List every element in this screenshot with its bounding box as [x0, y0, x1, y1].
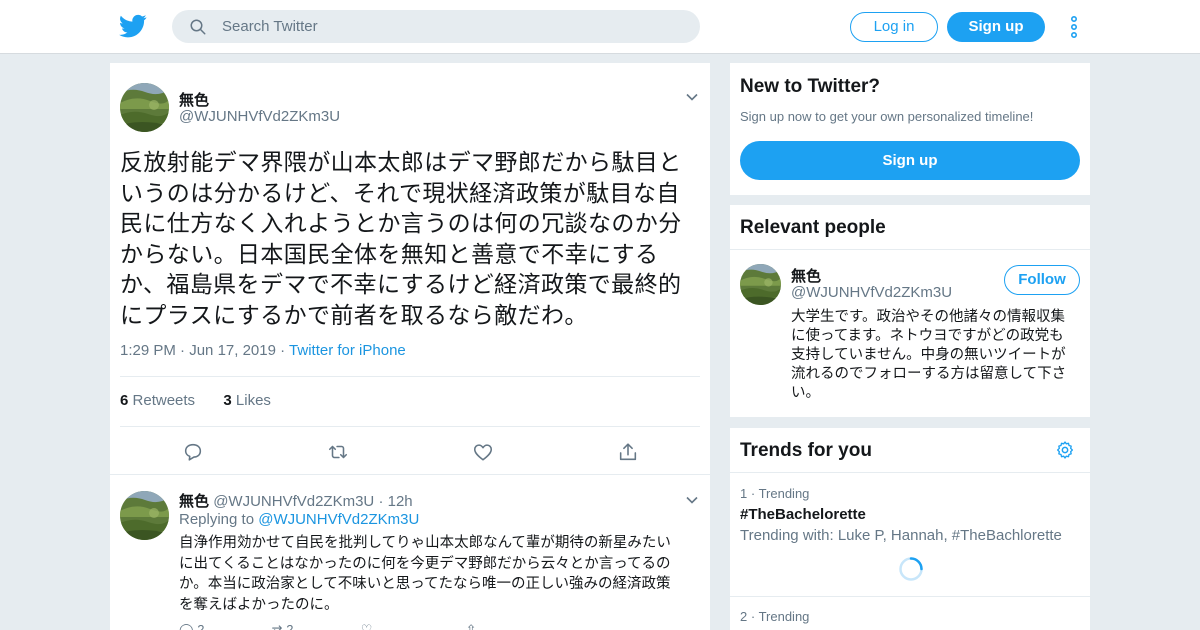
- author-handle[interactable]: @WJUNHVfVd2ZKm3U: [179, 108, 340, 125]
- reply-action-bar: ◯ 2 ⇄ 2 ♡ ⇧: [179, 622, 477, 630]
- share-icon[interactable]: ⇧: [466, 622, 477, 630]
- meta-separator: ·: [750, 486, 759, 501]
- reply-text: 自浄作用効かせて自民を批判してりゃ山本太郎なんて輩が期待の新星みたい に出てくる…: [179, 533, 694, 615]
- replying-to: Replying to @WJUNHVfVd2ZKm3U: [179, 511, 419, 528]
- signup-button[interactable]: Sign up: [740, 141, 1080, 180]
- bio-line: い。: [791, 385, 820, 401]
- retweet-icon[interactable]: [327, 441, 349, 463]
- divider: [730, 596, 1090, 597]
- search-box[interactable]: [172, 10, 700, 43]
- card-title: New to Twitter?: [740, 76, 881, 97]
- trend-rank: 2: [740, 609, 748, 624]
- twitter-bird-icon[interactable]: [119, 12, 147, 40]
- author-name[interactable]: 無色: [179, 89, 209, 110]
- reply-icon[interactable]: [182, 441, 204, 463]
- more-vertical-icon[interactable]: [1066, 14, 1082, 40]
- retweet-label: Retweets: [132, 392, 196, 409]
- replying-to-handle[interactable]: @WJUNHVfVd2ZKm3U: [258, 511, 419, 528]
- reply-text-line: 自浄作用効かせて自民を批判してりゃ山本太郎なんて輩が期待の新星みたい: [179, 535, 671, 551]
- meta-separator: ·: [750, 609, 759, 624]
- reply-age[interactable]: 12h: [388, 493, 413, 510]
- reply-text-line: に出てくることはなかったのに何を今更デマ野郎だから云々とか言ってるの: [179, 555, 671, 572]
- card-title: Relevant people: [740, 217, 886, 238]
- reply-retweet-count: 2: [286, 622, 294, 630]
- avatar[interactable]: [740, 264, 781, 305]
- retweets-stat[interactable]: 6 Retweets: [120, 392, 195, 409]
- tweet-stats: 6 Retweets 3 Likes: [120, 392, 271, 409]
- relevant-people-card: Relevant people 無色 @WJUNHVfVd2ZKm3U Foll…: [730, 205, 1090, 417]
- tweet-text-line: か、福島県をデマで不幸にするけど経済政策で最終的: [120, 271, 682, 297]
- reply-text-line: を奪えばよかったのに。: [179, 596, 339, 613]
- chevron-down-icon[interactable]: [685, 493, 699, 507]
- meta-separator: ·: [378, 493, 388, 510]
- loading-spinner-icon: [899, 557, 923, 581]
- trend-meta: 1 · Trending: [740, 486, 809, 501]
- signup-button[interactable]: Sign up: [947, 12, 1045, 42]
- trend-name[interactable]: #TheBachelorette: [740, 506, 866, 523]
- person-handle[interactable]: @WJUNHVfVd2ZKm3U: [791, 284, 952, 301]
- bio-line: に使ってます。ネトウヨですがどの政党も: [791, 328, 1064, 344]
- replying-to-label: Replying to: [179, 511, 255, 528]
- signup-promo-card: New to Twitter? Sign up now to get your …: [730, 63, 1090, 195]
- settings-gear-icon[interactable]: [1055, 440, 1075, 460]
- tweet-text: 反放射能デマ界隈が山本太郎はデマ野郎だから駄目と いうのは分かるけど、それで現状…: [120, 147, 700, 330]
- trend-rank: 1: [740, 486, 748, 501]
- divider: [110, 474, 710, 475]
- reply-header: 無色 @WJUNHVfVd2ZKm3U · 12h: [179, 490, 413, 511]
- divider: [730, 472, 1090, 473]
- tweet-text-line: からない。日本国民全体を無知と善意で不幸にする: [120, 240, 659, 267]
- reply-text-line: か。本当に政治家として不味いと思ってたなら唯一の正しい強みの経済政策: [179, 576, 671, 592]
- trends-card: Trends for you 1 · Trending #TheBachelor…: [730, 428, 1090, 630]
- tweet-source-link[interactable]: Twitter for iPhone: [289, 342, 406, 359]
- like-count: 3: [223, 392, 232, 409]
- person-name[interactable]: 無色: [791, 265, 821, 286]
- like-icon[interactable]: [472, 441, 494, 463]
- search-input[interactable]: [222, 10, 682, 43]
- bio-line: 大学生です。政治やその他諸々の情報収集: [791, 309, 1066, 325]
- trend-label: Trending: [758, 609, 810, 624]
- tweet-permalink-panel: 無色 @WJUNHVfVd2ZKm3U 反放射能デマ界隈が山本太郎はデマ野郎だか…: [110, 63, 710, 630]
- bio-line: 流れるのでフォローする方は留意して下さ: [791, 366, 1067, 382]
- divider: [120, 376, 700, 377]
- tweet-text-line: にプラスにするかで前者を取るなら敵だわ。: [120, 301, 588, 328]
- tweet-text-line: いうのは分かるけど、それで現状経済政策が駄目な自: [120, 179, 680, 206]
- chevron-down-icon[interactable]: [685, 90, 699, 104]
- bio-line: 支持していません。中身の無いツイートが: [791, 347, 1066, 363]
- like-label: Likes: [235, 392, 271, 409]
- tweet-time[interactable]: 1:29 PM: [120, 342, 176, 359]
- card-title: Trends for you: [740, 440, 872, 461]
- meta-separator: ·: [180, 342, 190, 359]
- avatar[interactable]: [120, 491, 169, 540]
- like-icon[interactable]: ♡: [361, 622, 373, 630]
- tweet-metadata: 1:29 PM · Jun 17, 2019 · Twitter for iPh…: [120, 342, 406, 359]
- trend-label: Trending: [758, 486, 810, 501]
- tweet-date[interactable]: Jun 17, 2019: [189, 342, 276, 359]
- divider: [730, 249, 1090, 250]
- reply-count: 2: [197, 622, 205, 630]
- card-subtitle: Sign up now to get your own personalized…: [740, 109, 1034, 124]
- login-button[interactable]: Log in: [850, 12, 938, 42]
- reply-author-name[interactable]: 無色: [179, 493, 209, 510]
- search-icon: [190, 19, 206, 35]
- reply-icon[interactable]: ◯: [179, 622, 194, 630]
- reply-author-handle[interactable]: @WJUNHVfVd2ZKm3U: [213, 493, 374, 510]
- tweet-text-line: 民に仕方なく入れようとか言うのは何の冗談なのか分: [120, 210, 682, 236]
- follow-button[interactable]: Follow: [1004, 265, 1080, 295]
- meta-separator: ·: [280, 342, 290, 359]
- top-nav-bar: Log in Sign up: [0, 0, 1200, 54]
- trend-meta: 2 · Trending: [740, 609, 809, 624]
- trend-with: Trending with: Luke P, Hannah, #TheBachl…: [740, 527, 1062, 544]
- retweet-count: 6: [120, 392, 129, 409]
- divider: [120, 426, 700, 427]
- tweet-text-line: 反放射能デマ界隈が山本太郎はデマ野郎だから駄目と: [120, 149, 682, 175]
- person-bio: 大学生です。政治やその他諸々の情報収集 に使ってます。ネトウヨですがどの政党も …: [791, 308, 1081, 403]
- avatar[interactable]: [120, 83, 169, 132]
- retweet-icon[interactable]: ⇄: [272, 622, 283, 630]
- share-icon[interactable]: [617, 441, 639, 463]
- likes-stat[interactable]: 3 Likes: [223, 392, 271, 409]
